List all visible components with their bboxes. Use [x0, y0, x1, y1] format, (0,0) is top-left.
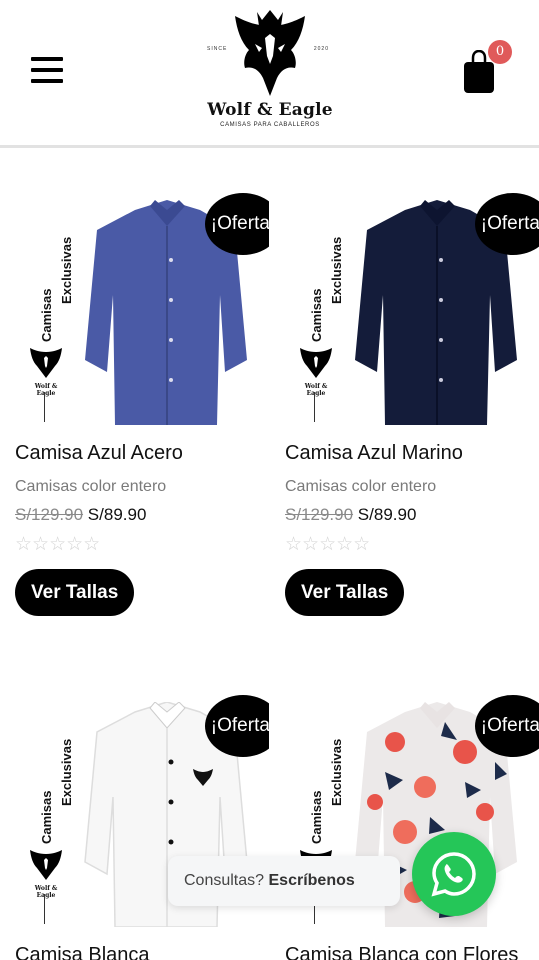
mini-logo: Wolf & Eagle — [25, 348, 67, 397]
chat-prompt-bold: Escríbenos — [268, 872, 355, 889]
image-side-label: Camisas Exclusivas — [21, 702, 74, 847]
mini-logo-name: Wolf & Eagle — [304, 383, 328, 397]
old-price: S/129.90 — [285, 505, 354, 524]
logo-brand-name: Wolf & Eagle — [207, 100, 333, 120]
product-category[interactable]: Camisas color entero — [285, 478, 539, 496]
rating-stars: ☆☆☆☆☆ — [15, 533, 101, 555]
site-header: SINCE 2020 Wolf & Eagle CAMISAS PARA CAB… — [0, 0, 539, 148]
product-title[interactable]: Camisa Azul Marino — [285, 442, 539, 465]
mini-logo-name: Wolf & Eagle — [34, 885, 58, 899]
sale-price: S/89.90 — [357, 505, 417, 524]
mini-logo-name: Wolf & Eagle — [34, 383, 58, 397]
ver-tallas-button[interactable]: Ver Tallas — [285, 569, 405, 616]
cart-count-badge: 0 — [488, 40, 512, 64]
wolf-eagle-emblem-icon — [235, 10, 305, 96]
side-label-exclusivas: Exclusivas — [329, 738, 344, 806]
whatsapp-button[interactable] — [412, 832, 496, 916]
side-label-exclusivas: Exclusivas — [59, 738, 74, 806]
product-title[interactable]: Camisa Blanca — [15, 944, 269, 960]
product-image[interactable]: Camisas Exclusivas Wolf & Eagle ¡Oferta! — [15, 170, 269, 425]
product-image[interactable]: Camisas Exclusivas Wolf & Eagle ¡Oferta! — [285, 170, 539, 425]
chat-prompt-bubble[interactable]: Consultas? Escríbenos — [168, 856, 400, 906]
side-label-camisas: Camisas — [309, 288, 324, 342]
image-side-label: Camisas Exclusivas — [291, 702, 344, 847]
divider — [314, 392, 315, 422]
product-category[interactable]: Camisas color entero — [15, 478, 269, 496]
product-price: S/129.90 S/89.90 — [15, 505, 269, 525]
chat-prompt-prefix: Consultas? — [184, 872, 265, 889]
product-card: Camisas Exclusivas Wolf & Eagle ¡Oferta!… — [15, 170, 269, 616]
side-label-camisas: Camisas — [39, 288, 54, 342]
logo-tagline: CAMISAS PARA CABALLEROS — [220, 122, 320, 128]
image-side-label: Camisas Exclusivas — [21, 200, 74, 345]
image-side-label: Camisas Exclusivas — [291, 200, 344, 345]
cart-button[interactable]: 0 — [460, 40, 515, 95]
mini-logo: Wolf & Eagle — [295, 348, 337, 397]
logo-year: 2020 — [313, 46, 329, 52]
product-price: S/129.90 S/89.90 — [285, 505, 539, 525]
side-label-camisas: Camisas — [39, 790, 54, 844]
old-price: S/129.90 — [15, 505, 84, 524]
divider — [44, 392, 45, 422]
product-card: Camisas Exclusivas Wolf & Eagle ¡Oferta!… — [285, 170, 539, 616]
product-card: Camisas Exclusivas Wolf & Eagle ¡Oferta!… — [15, 672, 269, 960]
sale-price: S/89.90 — [87, 505, 147, 524]
hamburger-menu-icon[interactable] — [31, 57, 63, 85]
product-title[interactable]: Camisa Azul Acero — [15, 442, 269, 465]
product-card: Camisas Exclusivas Wolf & Eagle ¡Oferta!… — [285, 672, 539, 960]
side-label-exclusivas: Exclusivas — [329, 236, 344, 304]
logo-since: SINCE — [207, 46, 228, 52]
ver-tallas-button[interactable]: Ver Tallas — [15, 569, 135, 616]
whatsapp-icon — [431, 852, 476, 897]
site-logo[interactable]: SINCE 2020 Wolf & Eagle CAMISAS PARA CAB… — [200, 8, 340, 138]
product-title[interactable]: Camisa Blanca con Flores — [285, 944, 539, 960]
side-label-camisas: Camisas — [309, 790, 324, 844]
divider — [44, 894, 45, 924]
rating-stars: ☆☆☆☆☆ — [285, 533, 371, 555]
mini-logo: Wolf & Eagle — [25, 850, 67, 899]
side-label-exclusivas: Exclusivas — [59, 236, 74, 304]
